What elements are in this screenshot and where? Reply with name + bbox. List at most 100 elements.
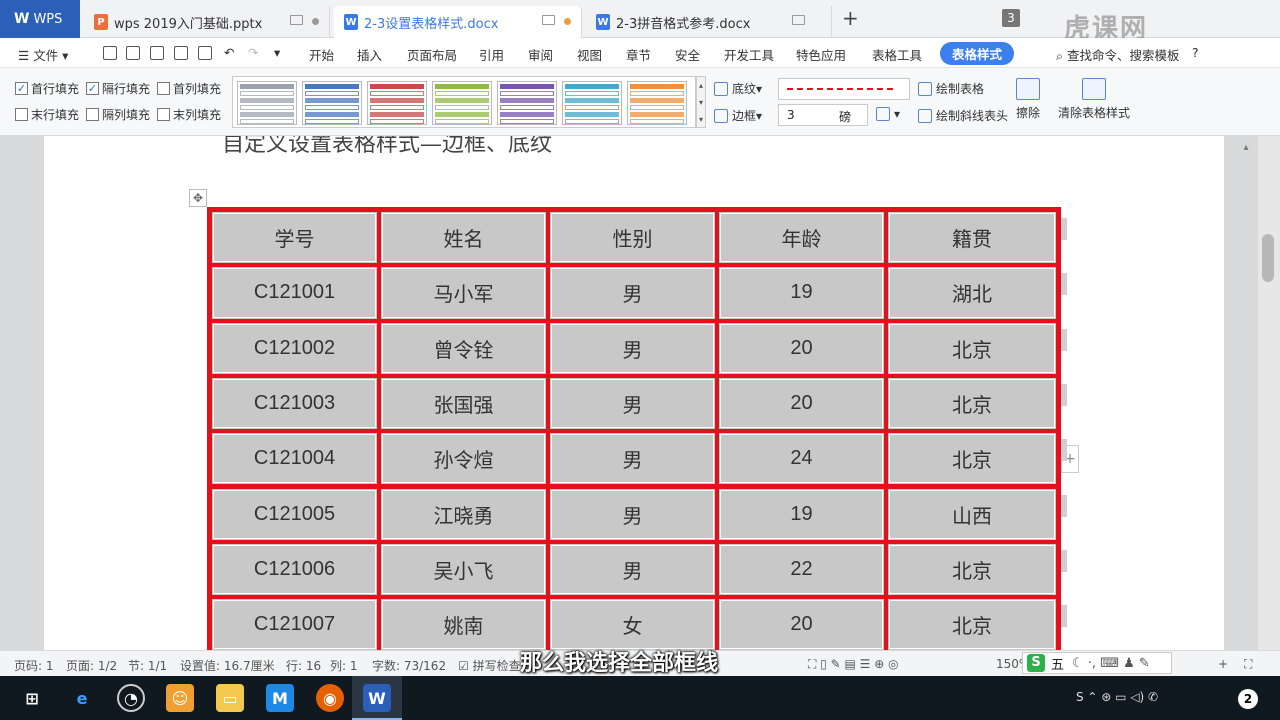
new-tab-button[interactable]: +: [842, 6, 859, 30]
menu-reference[interactable]: 引用: [479, 45, 504, 64]
spell-check-button[interactable]: ☑ 拼写检查: [458, 657, 521, 674]
save-icon[interactable]: [126, 46, 140, 60]
table-cell[interactable]: 湖北: [886, 265, 1058, 321]
menu-insert[interactable]: 插入: [357, 45, 382, 64]
table-header-cell[interactable]: 学号: [210, 210, 379, 266]
table-cell[interactable]: C121003: [210, 375, 379, 432]
wps-taskbar-icon[interactable]: W: [363, 684, 391, 712]
table-cell[interactable]: C121006: [210, 541, 379, 598]
windows-start-icon[interactable]: ⊞: [18, 684, 46, 712]
table-cell[interactable]: 男: [548, 486, 717, 542]
file-menu[interactable]: ☰ 文件 ▾: [18, 45, 68, 64]
format-painter-icon[interactable]: [150, 46, 164, 60]
check-first-col[interactable]: 首列填充: [157, 80, 221, 97]
table-style-thumb[interactable]: [432, 81, 492, 125]
table-cell[interactable]: 20: [717, 375, 886, 432]
table-style-thumb[interactable]: [367, 81, 427, 125]
table-cell[interactable]: 孙令煊: [379, 431, 548, 487]
menu-start[interactable]: 开始: [309, 45, 334, 64]
table-cell[interactable]: 22: [717, 541, 886, 598]
check-banded-cols[interactable]: 隔列填充: [86, 106, 150, 123]
table-header-cell[interactable]: 姓名: [379, 210, 548, 266]
print-preview-icon[interactable]: [198, 46, 212, 60]
menu-developer[interactable]: 开发工具: [724, 45, 774, 64]
store-icon[interactable]: M: [266, 684, 294, 712]
firefox-icon[interactable]: ◉: [316, 684, 344, 712]
window-count-badge[interactable]: 3: [1002, 9, 1020, 27]
table-cell[interactable]: C121007: [210, 597, 379, 650]
table-cell[interactable]: 北京: [886, 375, 1058, 432]
vertical-scrollbar[interactable]: [1258, 136, 1280, 650]
table-cell[interactable]: 吴小飞: [379, 541, 548, 598]
new-doc-icon[interactable]: [103, 46, 117, 60]
print-icon[interactable]: [174, 46, 188, 60]
menu-special[interactable]: 特色应用: [796, 45, 846, 64]
collapse-icon[interactable]: ▴: [1238, 142, 1254, 156]
ime-toolbar[interactable]: S 五 ☾ ·, ⌨ ♟ ✎: [1022, 652, 1172, 674]
table-cell[interactable]: 北京: [886, 431, 1058, 487]
table-cell[interactable]: 男: [548, 265, 717, 321]
table-cell[interactable]: 张国强: [379, 375, 548, 432]
clear-style-button[interactable]: 清除表格样式: [1058, 78, 1130, 121]
obs-icon[interactable]: ◔: [117, 684, 145, 712]
help-icon[interactable]: ?: [1192, 45, 1199, 60]
undo-icon[interactable]: ↶: [224, 45, 234, 60]
table-header-cell[interactable]: 性别: [548, 210, 717, 266]
table-cell[interactable]: 北京: [886, 597, 1058, 650]
document-page[interactable]: 自定义设置表格样式—边框、底纹 ✥ 学号 姓名 性别 年龄 籍贯 C121001 马小军男 1…: [44, 136, 1224, 650]
draw-diagonal-button[interactable]: 绘制斜线表头: [918, 107, 1008, 124]
app-icon[interactable]: ☺: [166, 684, 194, 712]
check-first-row[interactable]: ✓ 首行填充: [15, 80, 79, 97]
check-last-col[interactable]: 末列填充: [157, 106, 221, 123]
table-cell[interactable]: 男: [548, 375, 717, 432]
scroll-thumb[interactable]: [1262, 234, 1274, 282]
check-banded-rows[interactable]: ✓ 隔行填充: [86, 80, 150, 97]
menu-security[interactable]: 安全: [675, 45, 700, 64]
menu-layout[interactable]: 页面布局: [407, 45, 457, 64]
zoom-in-icon[interactable]: +: [1218, 657, 1228, 671]
edge-icon[interactable]: e: [68, 684, 96, 712]
table-cell[interactable]: 北京: [886, 320, 1058, 376]
draw-table-button[interactable]: 绘制表格: [918, 80, 984, 97]
student-table[interactable]: 学号 姓名 性别 年龄 籍贯 C121001 马小军男 19 湖北 C121002 曾令铨男 20 北京…: [207, 207, 1061, 650]
table-cell[interactable]: 曾令铨: [379, 320, 548, 376]
close-dot-icon[interactable]: [312, 18, 319, 25]
table-cell[interactable]: 女: [548, 597, 717, 650]
table-cell[interactable]: 江晓勇: [379, 486, 548, 542]
tray-icons[interactable]: S ⌃ ⊛ ▭ ◁) ✆: [1076, 690, 1158, 704]
table-style-thumb[interactable]: [237, 81, 297, 125]
table-cell[interactable]: C121002: [210, 320, 379, 376]
menu-chapter[interactable]: 章节: [626, 45, 651, 64]
table-header-cell[interactable]: 年龄: [717, 210, 886, 266]
search-command[interactable]: ⌕ 查找命令、搜索模板: [1056, 45, 1180, 64]
menu-review[interactable]: 审阅: [528, 45, 553, 64]
table-cell[interactable]: 19: [717, 265, 886, 321]
menu-table-style[interactable]: 表格样式: [940, 42, 1015, 65]
line-style-select[interactable]: [778, 78, 910, 100]
table-cell[interactable]: C121004: [210, 431, 379, 487]
table-style-thumb[interactable]: [302, 81, 362, 125]
notification-badge[interactable]: 2: [1238, 689, 1258, 709]
wps-home-button[interactable]: W WPS: [0, 0, 80, 38]
table-cell[interactable]: 马小军: [379, 265, 548, 321]
table-cell[interactable]: 20: [717, 320, 886, 376]
table-cell[interactable]: 北京: [886, 541, 1058, 598]
table-style-thumb[interactable]: [627, 81, 687, 125]
table-cell[interactable]: 20: [717, 597, 886, 650]
table-cell[interactable]: 24: [717, 431, 886, 487]
check-last-row[interactable]: 末行填充: [15, 106, 79, 123]
table-cell[interactable]: 姚南: [379, 597, 548, 650]
customize-icon[interactable]: ▾: [274, 45, 280, 60]
redo-icon[interactable]: ↷: [248, 45, 258, 60]
status-words[interactable]: 字数: 73/162: [372, 657, 446, 674]
table-header-cell[interactable]: 籍贯: [886, 210, 1058, 266]
file-explorer-icon[interactable]: ▭: [216, 684, 244, 712]
window-icon[interactable]: [792, 15, 805, 25]
table-move-handle-icon[interactable]: ✥: [189, 189, 207, 207]
table-cell[interactable]: 19: [717, 486, 886, 542]
table-cell[interactable]: C121005: [210, 486, 379, 542]
menu-table-tools[interactable]: 表格工具: [872, 45, 922, 64]
table-cell[interactable]: 男: [548, 541, 717, 598]
table-cell[interactable]: C121001: [210, 265, 379, 321]
table-cell[interactable]: 男: [548, 320, 717, 376]
